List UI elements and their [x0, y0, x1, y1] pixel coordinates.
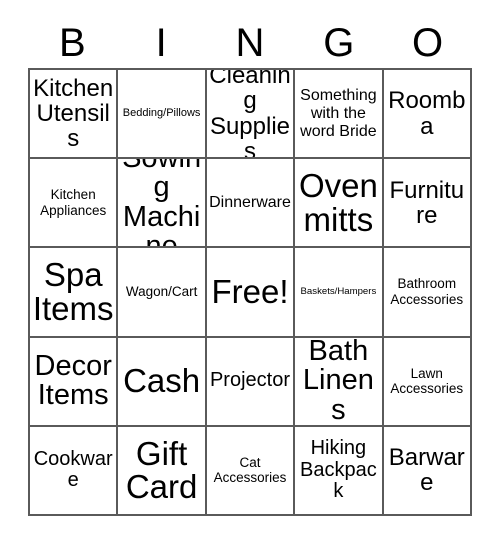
- bingo-grid: Kitchen Utensils Bedding/Pillows Cleanin…: [28, 68, 472, 516]
- bingo-cell-label: Sowing Machine: [122, 159, 201, 249]
- bingo-cell[interactable]: Wagon/Cart: [118, 248, 207, 338]
- bingo-cell-label: Cat Accessories: [213, 454, 287, 486]
- bingo-cell-free[interactable]: Free!: [206, 248, 296, 338]
- bingo-cell-label: Baskets/Hampers: [300, 286, 377, 298]
- bingo-cell[interactable]: Projector: [206, 337, 296, 427]
- bingo-cell-label: Free!: [211, 273, 289, 311]
- header-letter-o: O: [412, 21, 444, 65]
- bingo-cell[interactable]: Gift Card: [118, 426, 207, 516]
- bingo-cell-label: Bedding/Pillows: [122, 107, 201, 120]
- bingo-cell-label: Kitchen Utensils: [33, 74, 114, 153]
- bingo-cell-label: Decor Items: [34, 349, 112, 412]
- bingo-cell[interactable]: Lawn Accessories: [383, 337, 472, 427]
- bingo-cell[interactable]: Cat Accessories: [206, 426, 296, 516]
- bingo-cell-label: Furniture: [389, 176, 465, 229]
- bingo-cell[interactable]: Sowing Machine: [118, 159, 207, 249]
- bingo-cell-label: Kitchen Appliances: [40, 187, 107, 218]
- header-letter-g: G: [323, 21, 355, 65]
- header-letter-b: B: [59, 21, 86, 65]
- bingo-header: B I N G O: [28, 18, 472, 68]
- bingo-cell[interactable]: Bath Linens: [295, 337, 384, 427]
- bingo-cell-label: Cleaning Supplies: [209, 70, 291, 160]
- bingo-cell[interactable]: Baskets/Hampers: [295, 248, 384, 338]
- bingo-cell-label: Wagon/Cart: [125, 284, 198, 300]
- bingo-cell[interactable]: Cookware: [30, 426, 119, 516]
- bingo-cell[interactable]: Cash: [118, 337, 207, 427]
- bingo-cell[interactable]: Bathroom Accessories: [383, 248, 472, 338]
- bingo-cell[interactable]: Oven mitts: [295, 159, 384, 249]
- bingo-cell[interactable]: Roomba: [383, 70, 472, 160]
- bingo-cell-label: Cookware: [33, 447, 113, 492]
- bingo-cell[interactable]: Kitchen Appliances: [30, 159, 119, 249]
- bingo-cell-label: Barware: [388, 444, 465, 497]
- bingo-cell-label: Spa Items: [32, 256, 114, 327]
- header-letter-n: N: [235, 21, 265, 65]
- bingo-cell-label: Projector: [209, 369, 290, 392]
- bingo-cell[interactable]: Something with the word Bride: [295, 70, 384, 160]
- bingo-cell-label: Bath Linens: [302, 337, 374, 426]
- bingo-cell[interactable]: Dinnerware: [206, 159, 296, 249]
- bingo-cell-label: Hiking Backpack: [300, 437, 377, 503]
- bingo-cell[interactable]: Barware: [383, 426, 472, 516]
- bingo-cell[interactable]: Hiking Backpack: [295, 426, 384, 516]
- bingo-cell-label: Lawn Accessories: [390, 365, 464, 397]
- bingo-cell[interactable]: Furniture: [383, 159, 472, 249]
- bingo-cell[interactable]: Spa Items: [30, 248, 119, 338]
- bingo-cell-label: Gift Card: [125, 434, 198, 506]
- bingo-cell[interactable]: Cleaning Supplies: [206, 70, 296, 160]
- bingo-cell[interactable]: Decor Items: [30, 337, 119, 427]
- bingo-cell[interactable]: Bedding/Pillows: [118, 70, 207, 160]
- bingo-cell-label: Oven mitts: [298, 167, 378, 238]
- bingo-cell-label: Cash: [123, 362, 201, 400]
- bingo-cell-label: Something with the word Bride: [300, 86, 377, 140]
- bingo-cell-label: Dinnerware: [209, 193, 291, 211]
- header-letter-i: I: [155, 21, 167, 65]
- bingo-card: B I N G O Kitchen Utensils Bedding/Pillo…: [0, 0, 500, 544]
- bingo-cell-label: Bathroom Accessories: [390, 276, 464, 307]
- bingo-cell-label: Roomba: [388, 87, 466, 140]
- bingo-cell[interactable]: Kitchen Utensils: [30, 70, 119, 160]
